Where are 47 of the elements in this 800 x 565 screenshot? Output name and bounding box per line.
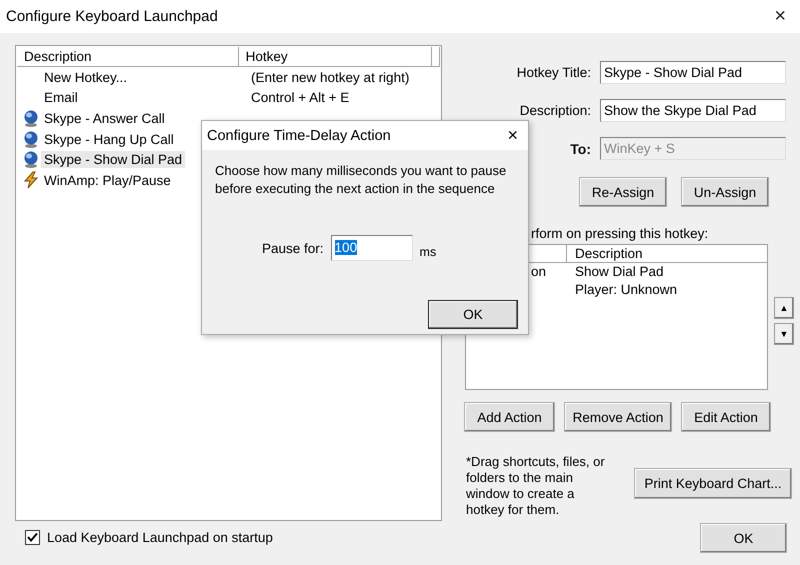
assign-button[interactable]: Un-Assign [681,177,769,207]
globe-icon [23,110,39,127]
close-button[interactable]: × [503,125,522,146]
dialog-title: Configure Time-Delay Action [207,128,391,144]
field-label: Pause for: [262,240,324,256]
window-title: Configure Keyboard Launchpad [6,8,218,25]
action-button[interactable]: Add Action [464,402,555,432]
action-button[interactable]: Remove Action [564,402,672,432]
actions-label: rform on pressing this hotkey: [531,226,710,241]
column-header[interactable]: Hotkey [238,47,432,67]
ok-button[interactable]: OK [428,300,518,329]
globe-icon [23,130,39,148]
hotkey-combination: Control + Alt + E [250,90,350,106]
hotkey-name[interactable]: Skype - Answer Call [41,110,168,127]
globe-icon [23,151,39,168]
column-header[interactable] [432,47,440,67]
assign-button[interactable]: Re-Assign [579,177,667,207]
checkbox[interactable] [25,530,40,545]
action-button[interactable]: Edit Action [681,402,771,432]
input-field[interactable]: 100 [330,235,413,261]
ok-button[interactable]: OK [700,523,787,553]
checkbox-label: Load Keyboard Launchpad on startup [47,530,273,545]
hotkey-name[interactable]: Skype - Show Dial Pad [41,151,186,168]
move-button[interactable]: ▼ [774,323,794,345]
input-field[interactable]: Show the Skype Dial Pad [600,99,786,122]
dialog-message: Choose how many milliseconds you want to pause before executing the next action in the sequence [215,162,508,198]
input-field[interactable]: Skype - Show Dial Pad [600,61,786,84]
hotkey-name[interactable]: New Hotkey... [41,68,130,86]
column-header[interactable]: Description [567,245,767,263]
move-button[interactable]: ▲ [774,297,794,319]
field-label: Description: [518,103,592,118]
print-button[interactable]: Print Keyboard Chart... [634,468,792,499]
action-description: Show Dial Pad [575,263,664,281]
hotkey-name[interactable]: Email [41,89,81,106]
lightning-icon [22,171,40,190]
hotkey-name[interactable]: Skype - Hang Up Call [41,130,177,148]
column-header[interactable]: Description [17,47,239,67]
hint-text: *Drag shortcuts, files, or folders to the main window to create a hotkey for them. [465,454,606,518]
close-button[interactable]: × [768,5,792,28]
action-description: Player: Unknown [575,281,678,299]
field-value: 100 [334,240,358,255]
field-label: Hotkey Title: [516,65,592,80]
hotkey-combination: (Enter new hotkey at right) [250,70,410,85]
action-name: on [531,264,546,279]
field-label: To: [569,140,592,156]
unit-label: ms [420,245,436,259]
hotkey-name[interactable]: WinAmp: Play/Pause [41,172,174,189]
